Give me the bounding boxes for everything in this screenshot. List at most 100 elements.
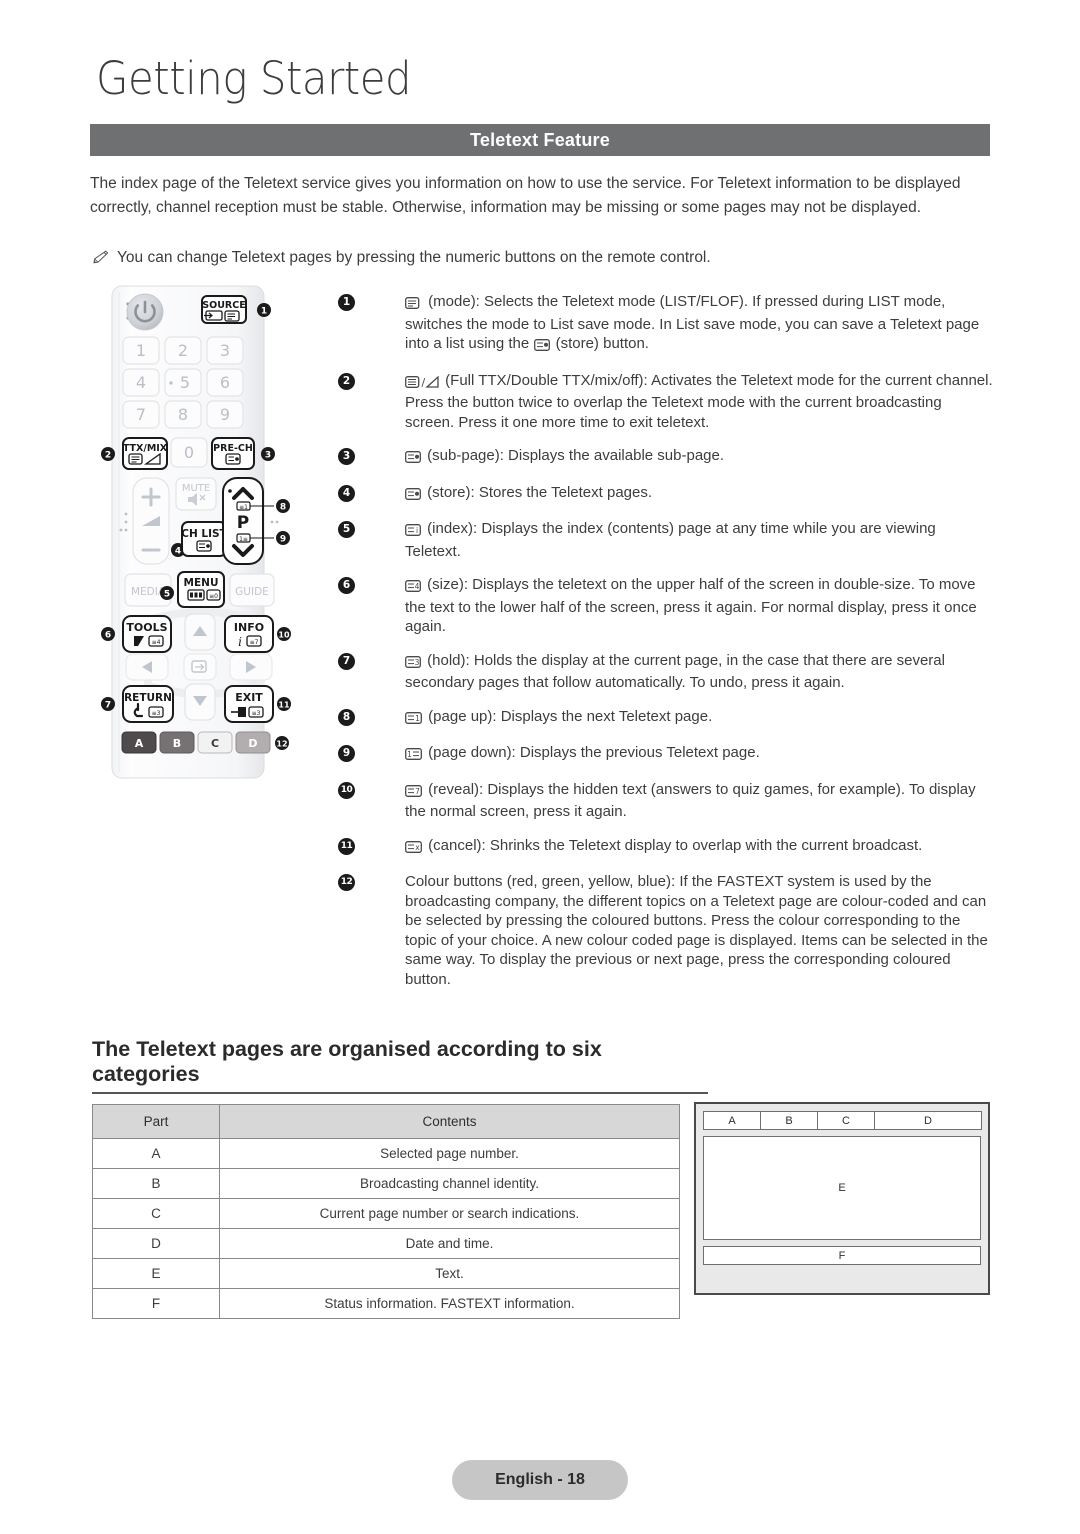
table-cell-contents: Broadcasting channel identity. <box>219 1168 680 1199</box>
diagram-top-row: A B C D <box>703 1111 982 1130</box>
list-item-text: 4 (size): Displays the teletext on the u… <box>405 575 993 637</box>
list-item-text-a: (size): Displays the teletext on the upp… <box>405 576 977 635</box>
svg-text:≡3: ≡3 <box>252 710 261 717</box>
svg-text:4: 4 <box>136 373 146 392</box>
teletext-reveal-icon: 7 <box>405 784 426 801</box>
categories-table: Part Contents A Selected page number. B … <box>92 1104 680 1319</box>
list-item-text: (sub-page): Displays the available sub-p… <box>405 446 724 469</box>
svg-text:GUIDE: GUIDE <box>235 586 269 598</box>
svg-text:7: 7 <box>136 405 146 424</box>
list-bullet-9: 9 <box>338 745 355 762</box>
list-item: 1 (mode): Selects the Teletext mode (LIS… <box>338 292 993 357</box>
subsection-heading: The Teletext pages are organised accordi… <box>92 1037 708 1094</box>
list-item-text-a: (Full TTX/Double TTX/mix/off): Activates… <box>405 371 993 431</box>
list-item: 12 Colour buttons (red, green, yellow, b… <box>338 872 993 989</box>
svg-text:x: x <box>415 843 420 852</box>
table-row: E Text. <box>92 1258 680 1289</box>
table-row: B Broadcasting channel identity. <box>92 1168 680 1199</box>
svg-text:≡3: ≡3 <box>152 710 161 717</box>
svg-text:i: i <box>238 635 242 649</box>
table-header-part: Part <box>92 1104 220 1139</box>
svg-text:CH LIST: CH LIST <box>181 528 227 540</box>
svg-text:A: A <box>135 737 144 750</box>
list-item-text-a: (page up): Displays the next Teletext pa… <box>428 707 713 725</box>
list-item-text: 3 (hold): Holds the display at the curre… <box>405 651 993 693</box>
list-item-text-a: (index): Displays the index (contents) p… <box>405 520 936 560</box>
list-bullet-3: 3 <box>338 448 355 465</box>
svg-text:D: D <box>248 737 257 750</box>
svg-text:B: B <box>173 737 181 750</box>
list-item: 8 1 (page up): Displays the next Teletex… <box>338 707 993 730</box>
table-header-row: Part Contents <box>92 1104 680 1139</box>
list-item-text: i (index): Displays the index (contents)… <box>405 519 993 561</box>
list-item: 4 (store): Stores the Teletext pages. <box>338 483 993 506</box>
svg-text:1: 1 <box>261 307 267 317</box>
table-row: D Date and time. <box>92 1228 680 1259</box>
svg-text:EXIT: EXIT <box>235 691 263 704</box>
svg-text:2: 2 <box>178 341 188 360</box>
list-item: 10 7 (reveal): Displays the hidden text … <box>338 780 993 822</box>
list-bullet-12: 12 <box>338 874 355 891</box>
list-bullet-8: 8 <box>338 708 355 726</box>
note-line: You can change Teletext pages by pressin… <box>92 247 992 271</box>
list-item-text: 1 (page down): Displays the previous Tel… <box>405 743 760 766</box>
table-cell-part: E <box>92 1258 220 1289</box>
footer-label: English - 18 <box>495 1471 585 1488</box>
teletext-full-double-icon: / <box>405 375 443 392</box>
teletext-button-descriptions: 1 (mode): Selects the Teletext mode (LIS… <box>338 292 993 1003</box>
table-row: F Status information. FASTEXT informatio… <box>92 1288 680 1319</box>
diagram-cell-b: B <box>760 1111 818 1130</box>
list-item: 7 3 (hold): Holds the display at the cur… <box>338 651 993 693</box>
list-item-text: (store): Stores the Teletext pages. <box>405 483 652 506</box>
svg-text:5: 5 <box>180 373 190 392</box>
diagram-cell-f: F <box>703 1246 981 1265</box>
table-cell-part: A <box>92 1138 220 1169</box>
teletext-store-icon <box>534 338 554 355</box>
svg-text:i: i <box>416 526 418 535</box>
table-header-contents: Contents <box>219 1104 680 1139</box>
table-cell-part: C <box>92 1198 220 1229</box>
svg-text:6: 6 <box>220 373 230 392</box>
teletext-page-down-icon: 1 <box>405 747 426 764</box>
page-footer-badge: English - 18 <box>452 1460 628 1500</box>
list-item-text: 1 (page up): Displays the next Teletext … <box>405 707 712 730</box>
svg-text:8: 8 <box>178 405 188 424</box>
list-bullet-2: 2 <box>338 372 355 390</box>
svg-text:4: 4 <box>175 547 181 557</box>
list-bullet-4: 4 <box>338 484 355 502</box>
list-bullet-7: 7 <box>338 652 355 670</box>
section-header-band: Teletext Feature <box>90 124 990 156</box>
svg-text:2: 2 <box>105 451 111 461</box>
svg-text:1≡: 1≡ <box>239 536 248 543</box>
teletext-cancel-icon: x <box>405 840 426 857</box>
svg-text:≡1: ≡1 <box>239 504 248 511</box>
list-item-text: 7 (reveal): Displays the hidden text (an… <box>405 780 993 822</box>
svg-text:PRE-CH: PRE-CH <box>213 443 253 454</box>
svg-text:≡0: ≡0 <box>209 593 218 600</box>
section-title: Teletext Feature <box>470 129 610 150</box>
table-cell-contents: Status information. FASTEXT information. <box>219 1288 680 1319</box>
diagram-cell-e: E <box>703 1136 981 1240</box>
svg-text:MENU: MENU <box>184 577 219 589</box>
teletext-store-icon <box>405 487 425 504</box>
intro-paragraph: The index page of the Teletext service g… <box>90 175 961 216</box>
svg-text:7: 7 <box>415 787 420 796</box>
svg-text:1: 1 <box>407 750 412 759</box>
table-cell-contents: Selected page number. <box>219 1138 680 1169</box>
table-cell-part: D <box>92 1228 220 1259</box>
table-cell-contents: Current page number or search indication… <box>219 1198 680 1229</box>
list-item-text: (mode): Selects the Teletext mode (LIST/… <box>405 292 993 357</box>
svg-text:1: 1 <box>136 341 146 360</box>
teletext-page-up-icon: 1 <box>405 711 426 728</box>
svg-text:0: 0 <box>184 443 194 462</box>
list-bullet-6: 6 <box>338 577 355 594</box>
svg-text:TOOLS: TOOLS <box>126 621 167 634</box>
svg-text:/: / <box>422 376 426 388</box>
teletext-subpage-icon <box>405 450 425 467</box>
list-bullet-5: 5 <box>338 521 355 538</box>
teletext-index-icon: i <box>405 523 425 540</box>
list-item-text-a: (cancel): Shrinks the Teletext display t… <box>428 836 923 854</box>
manual-page: Getting Started Teletext Feature The ind… <box>0 0 1080 1534</box>
svg-text:MUTE: MUTE <box>182 483 210 494</box>
table-cell-contents: Date and time. <box>219 1228 680 1259</box>
